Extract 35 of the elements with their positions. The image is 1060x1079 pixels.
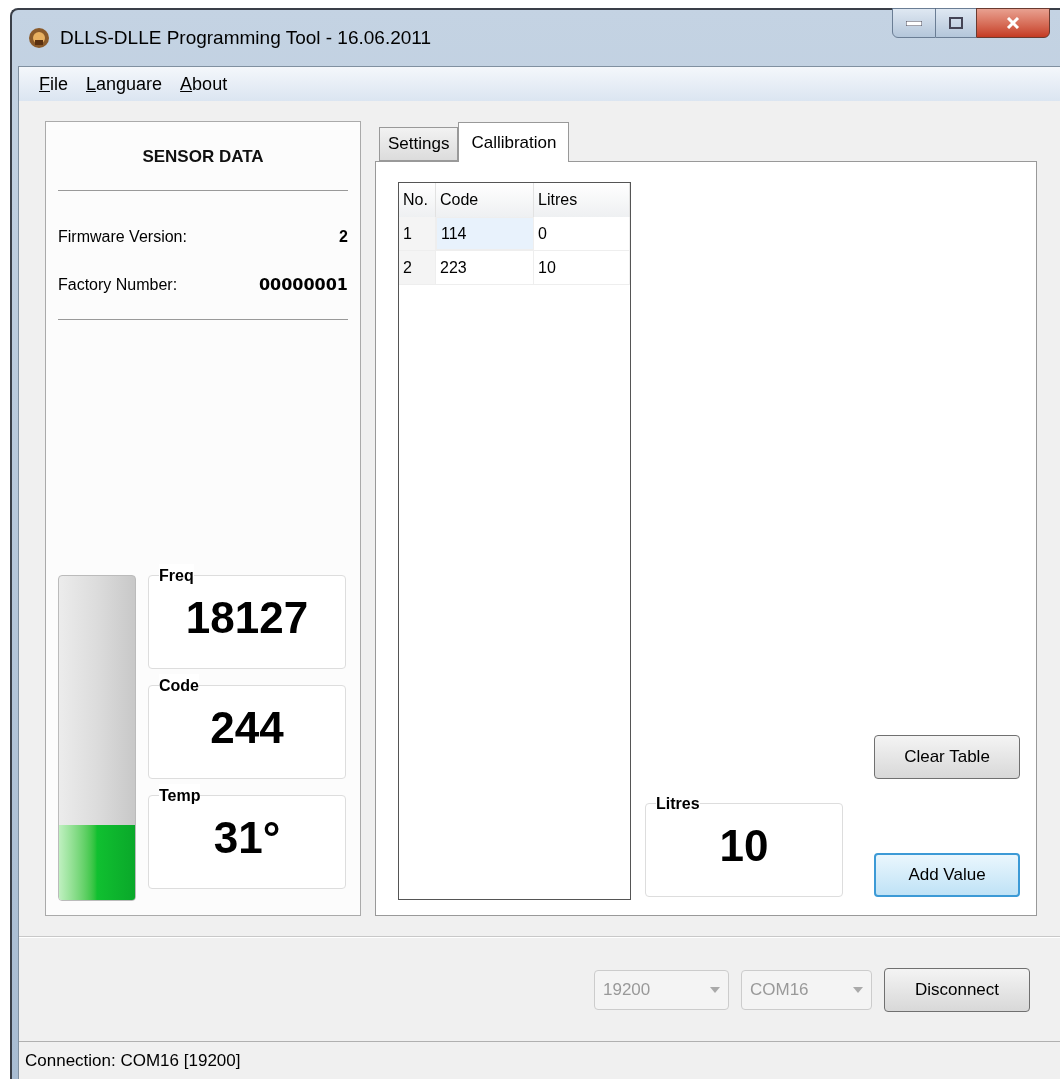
readout-value: 244 <box>209 706 285 750</box>
table-cell[interactable]: 223 <box>436 251 534 284</box>
dropdown-arrow-icon <box>853 986 863 993</box>
window-title: DLLS-DLLE Programming Tool - 16.06.2011 <box>60 25 432 50</box>
menu-item[interactable]: About <box>180 70 228 98</box>
tab[interactable]: Settings <box>379 127 459 161</box>
disconnect-button[interactable]: Disconnect <box>884 967 1030 1012</box>
firmware-label: Firmware Version: <box>58 226 187 247</box>
table-cell[interactable]: 1 <box>399 217 436 250</box>
tab[interactable]: Callibration <box>458 122 570 162</box>
readout-value: 31° <box>212 816 282 860</box>
panel-heading: SENSOR DATA <box>141 146 265 168</box>
close-button[interactable] <box>976 8 1050 38</box>
readout-value: 18127 <box>184 596 310 640</box>
menu-item[interactable]: Languare <box>86 70 163 98</box>
status-text: Connection: COM16 [19200] <box>25 1049 241 1072</box>
minimize-icon <box>906 20 922 26</box>
column-header[interactable]: Litres <box>534 183 630 217</box>
close-icon <box>1006 17 1020 29</box>
minimize-button[interactable] <box>892 8 936 38</box>
menu-item[interactable]: File <box>39 70 68 98</box>
action-button[interactable]: Add Value <box>874 853 1020 897</box>
table-cell[interactable]: 10 <box>534 251 630 284</box>
table-cell[interactable]: 114 <box>436 217 534 250</box>
factory-value: 00000001 <box>258 273 348 296</box>
maximize-button[interactable] <box>936 8 976 38</box>
table-cell[interactable]: 2 <box>399 251 436 284</box>
factory-label: Factory Number: <box>58 274 178 295</box>
table-cell[interactable]: 0 <box>534 217 630 250</box>
litres-value: 10 <box>718 824 770 868</box>
dropdown-arrow-icon <box>710 986 720 993</box>
firmware-value: 2 <box>339 226 348 247</box>
app-icon <box>28 27 50 49</box>
maximize-icon <box>949 17 963 29</box>
action-button[interactable]: Clear Table <box>874 735 1020 779</box>
